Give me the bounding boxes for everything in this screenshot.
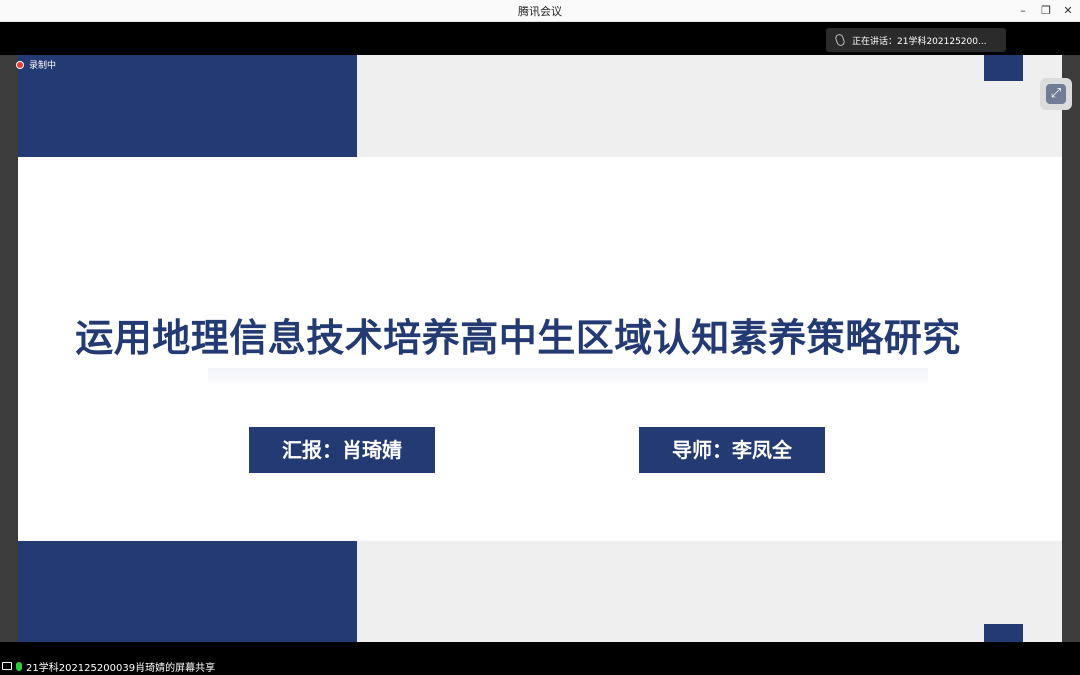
right-margin	[1062, 55, 1080, 642]
mic-muted-icon	[834, 32, 846, 48]
expand-icon: ⤢	[1046, 84, 1066, 104]
speaking-text: 正在讲话：21学科202125200...	[852, 36, 987, 47]
reporter-box: 汇报：肖琦婧	[249, 427, 435, 473]
shared-slide: 运用地理信息技术培养高中生区域认知素养策略研究 汇报：肖琦婧 导师：李凤全	[18, 55, 1062, 642]
slide-bottom-right-block	[984, 624, 1023, 642]
restore-button[interactable]: ❐	[1035, 0, 1057, 22]
minimize-button[interactable]: –	[1012, 0, 1034, 22]
slide-top-right-block	[984, 55, 1023, 81]
left-margin	[0, 55, 18, 642]
screen-share-icon	[2, 662, 12, 670]
slide-title-reflection	[208, 368, 928, 388]
slide-title: 运用地理信息技术培养高中生区域认知素养策略研究	[75, 316, 961, 360]
screen-share-label: 21学科202125200039肖琦婧的屏幕共享	[26, 662, 216, 674]
speaking-indicator: 正在讲话：21学科202125200...	[826, 28, 1006, 52]
recording-indicator: 录制中	[16, 58, 56, 71]
window-title: 腾讯会议	[518, 5, 562, 18]
close-button[interactable]: ✕	[1057, 0, 1079, 22]
slide-top-left-block	[18, 55, 357, 157]
bottom-status-bar: 21学科202125200039肖琦婧的屏幕共享	[0, 657, 1080, 675]
window-titlebar: 腾讯会议 – ❐ ✕	[0, 0, 1080, 22]
slide-bottom-left-block	[18, 541, 357, 642]
record-dot-icon	[16, 60, 24, 69]
mic-active-icon	[16, 661, 22, 671]
floating-toolbar-button[interactable]: ⤢	[1040, 78, 1072, 110]
advisor-box: 导师：李凤全	[639, 427, 825, 473]
recording-label: 录制中	[29, 61, 57, 71]
